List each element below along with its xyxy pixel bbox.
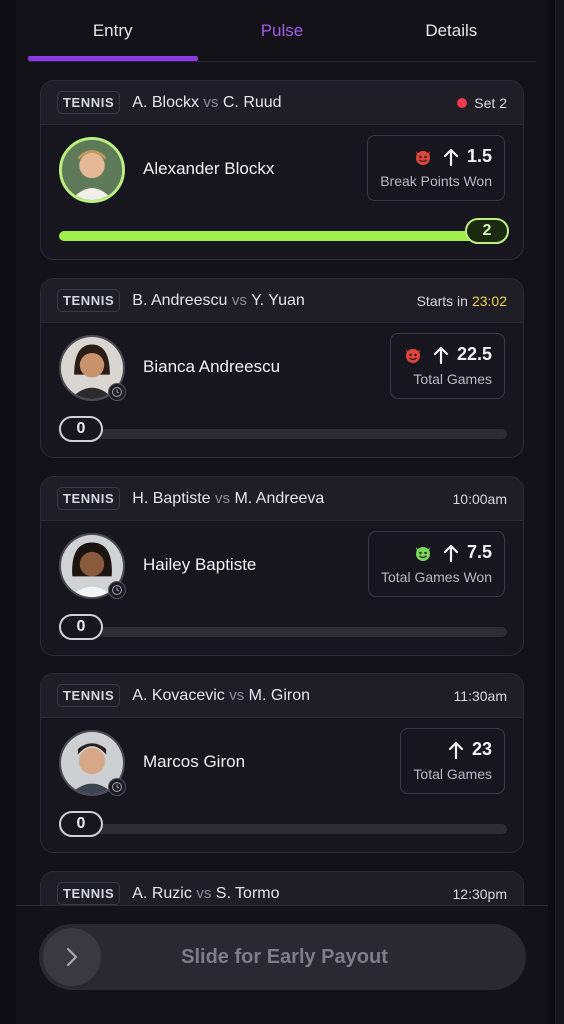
up-arrow-icon [448,741,464,759]
sport-badge: TENNIS [57,487,121,510]
matchup-player2: M. Giron [248,686,311,704]
pick-card[interactable]: TENNIS A. Kovacevic vs M. Giron 11:30am … [40,673,524,853]
pick-card[interactable]: TENNIS B. Andreescu vs Y. Yuan Starts in… [40,278,524,458]
card-header: TENNIS A. Kovacevic vs M. Giron 11:30am [41,674,523,718]
matchup: H. Baptiste vs M. Andreeva [132,490,452,508]
up-arrow-icon [433,346,449,364]
devil-green-icon [415,546,430,561]
player-name: Bianca Andreescu [143,357,281,376]
stat-type: Total Games Won [380,569,492,585]
slider-handle[interactable] [43,928,101,986]
adjacent-panel-edge [555,0,564,1024]
matchup-vs: vs [215,489,230,507]
card-header: TENNIS H. Baptiste vs M. Andreeva 10:00a… [41,477,523,521]
sport-badge: TENNIS [57,91,121,114]
matchup-player1: B. Andreescu [132,291,228,309]
card-header: TENNIS A. Ruzic vs S. Tormo 12:30pm [41,872,523,905]
sport-badge: TENNIS [57,882,121,905]
match-time: 12:30pm [452,885,507,902]
avatar [59,730,126,796]
projection-line: 23 [471,739,492,759]
matchup-vs: vs [231,291,247,309]
projection-line: 1.5 [466,146,492,166]
pick-card[interactable]: TENNIS A. Blockx vs C. Ruud Set 2 Alexan… [40,80,524,260]
card-body: Bianca Andreescu 22.5 Total Games 0 [41,323,523,457]
progress-track [59,231,507,241]
projection-box: 22.5 Total Games [389,333,505,399]
progress-count: 0 [59,416,103,442]
progress-track [59,627,507,637]
matchup-vs: vs [196,884,212,902]
player-name: Alexander Blockx [143,159,275,178]
sport-badge: TENNIS [57,289,121,312]
avatar [59,335,126,401]
matchup: A. Blockx vs C. Ruud [132,94,457,112]
live-dot-icon [457,97,468,108]
card-body: Hailey Baptiste 7.5 Total Games Won 0 [41,521,523,655]
projection-box: 23 Total Games [400,728,505,794]
avatar [59,137,125,203]
tab-entry[interactable]: Entry [28,0,197,61]
match-status: Starts in 23:02 [417,293,507,309]
up-arrow-icon [443,544,459,562]
card-body: Marcos Giron 23 Total Games 0 [41,718,523,852]
early-payout-slider[interactable]: Slide for Early Payout [39,924,526,990]
progress-count: 0 [59,811,103,837]
devil-red-icon [415,150,430,165]
clock-icon [108,383,126,401]
projection-box: 1.5 Break Points Won [367,135,505,201]
card-body: Alexander Blockx 1.5 Break Points Won 2 [41,125,523,259]
matchup-player2: C. Ruud [222,93,282,111]
tab-bar: Entry Pulse Details [28,0,536,62]
up-arrow-icon [443,148,459,166]
countdown-timer: 23:02 [471,292,507,309]
projection-box: 7.5 Total Games Won [367,531,505,597]
starts-in-label: Starts in [416,292,468,309]
avatar [59,533,126,599]
chevron-right-icon [66,947,78,967]
bottom-divider [16,905,548,906]
match-status-text: Set 2 [474,94,507,111]
player-name: Marcos Giron [143,752,246,771]
progress-track [59,824,507,834]
matchup-player1: A. Ruzic [132,884,192,902]
matchup-vs: vs [203,93,219,111]
tab-details[interactable]: Details [367,0,536,61]
match-time: 10:00am [452,490,507,507]
matchup-player2: Y. Yuan [251,291,305,309]
clock-icon [108,581,126,599]
projection-line: 7.5 [466,542,492,562]
progress-count: 0 [59,614,103,640]
sport-badge: TENNIS [57,684,121,707]
clock-icon [108,778,126,796]
stat-type: Total Games [413,766,492,782]
matchup: B. Andreescu vs Y. Yuan [132,292,416,310]
pick-card[interactable]: TENNIS H. Baptiste vs M. Andreeva 10:00a… [40,476,524,656]
slider-label: Slide for Early Payout [181,945,388,968]
matchup-player1: H. Baptiste [132,489,211,507]
tab-pulse[interactable]: Pulse [197,0,366,61]
stat-type: Total Games [413,371,492,387]
matchup-vs: vs [229,686,245,704]
matchup-player2: S. Tormo [215,884,280,902]
player-name: Hailey Baptiste [143,555,257,574]
devil-red-icon [405,348,420,363]
matchup: A. Kovacevic vs M. Giron [132,687,453,705]
stat-type: Break Points Won [380,173,492,189]
matchup-player2: M. Andreeva [234,489,325,507]
matchup: A. Ruzic vs S. Tormo [132,885,452,903]
matchup-player1: A. Blockx [132,93,199,111]
card-header: TENNIS B. Andreescu vs Y. Yuan Starts in… [41,279,523,323]
card-header: TENNIS A. Blockx vs C. Ruud Set 2 [41,81,523,125]
progress-fill [59,231,499,241]
active-tab-indicator [28,56,198,61]
match-time: 11:30am [453,687,507,704]
pick-card[interactable]: TENNIS A. Ruzic vs S. Tormo 12:30pm [40,871,524,905]
progress-count: 2 [465,218,509,244]
matchup-player1: A. Kovacevic [132,686,225,704]
projection-line: 22.5 [456,344,492,364]
progress-track [59,429,507,439]
match-status: Set 2 [457,95,507,111]
